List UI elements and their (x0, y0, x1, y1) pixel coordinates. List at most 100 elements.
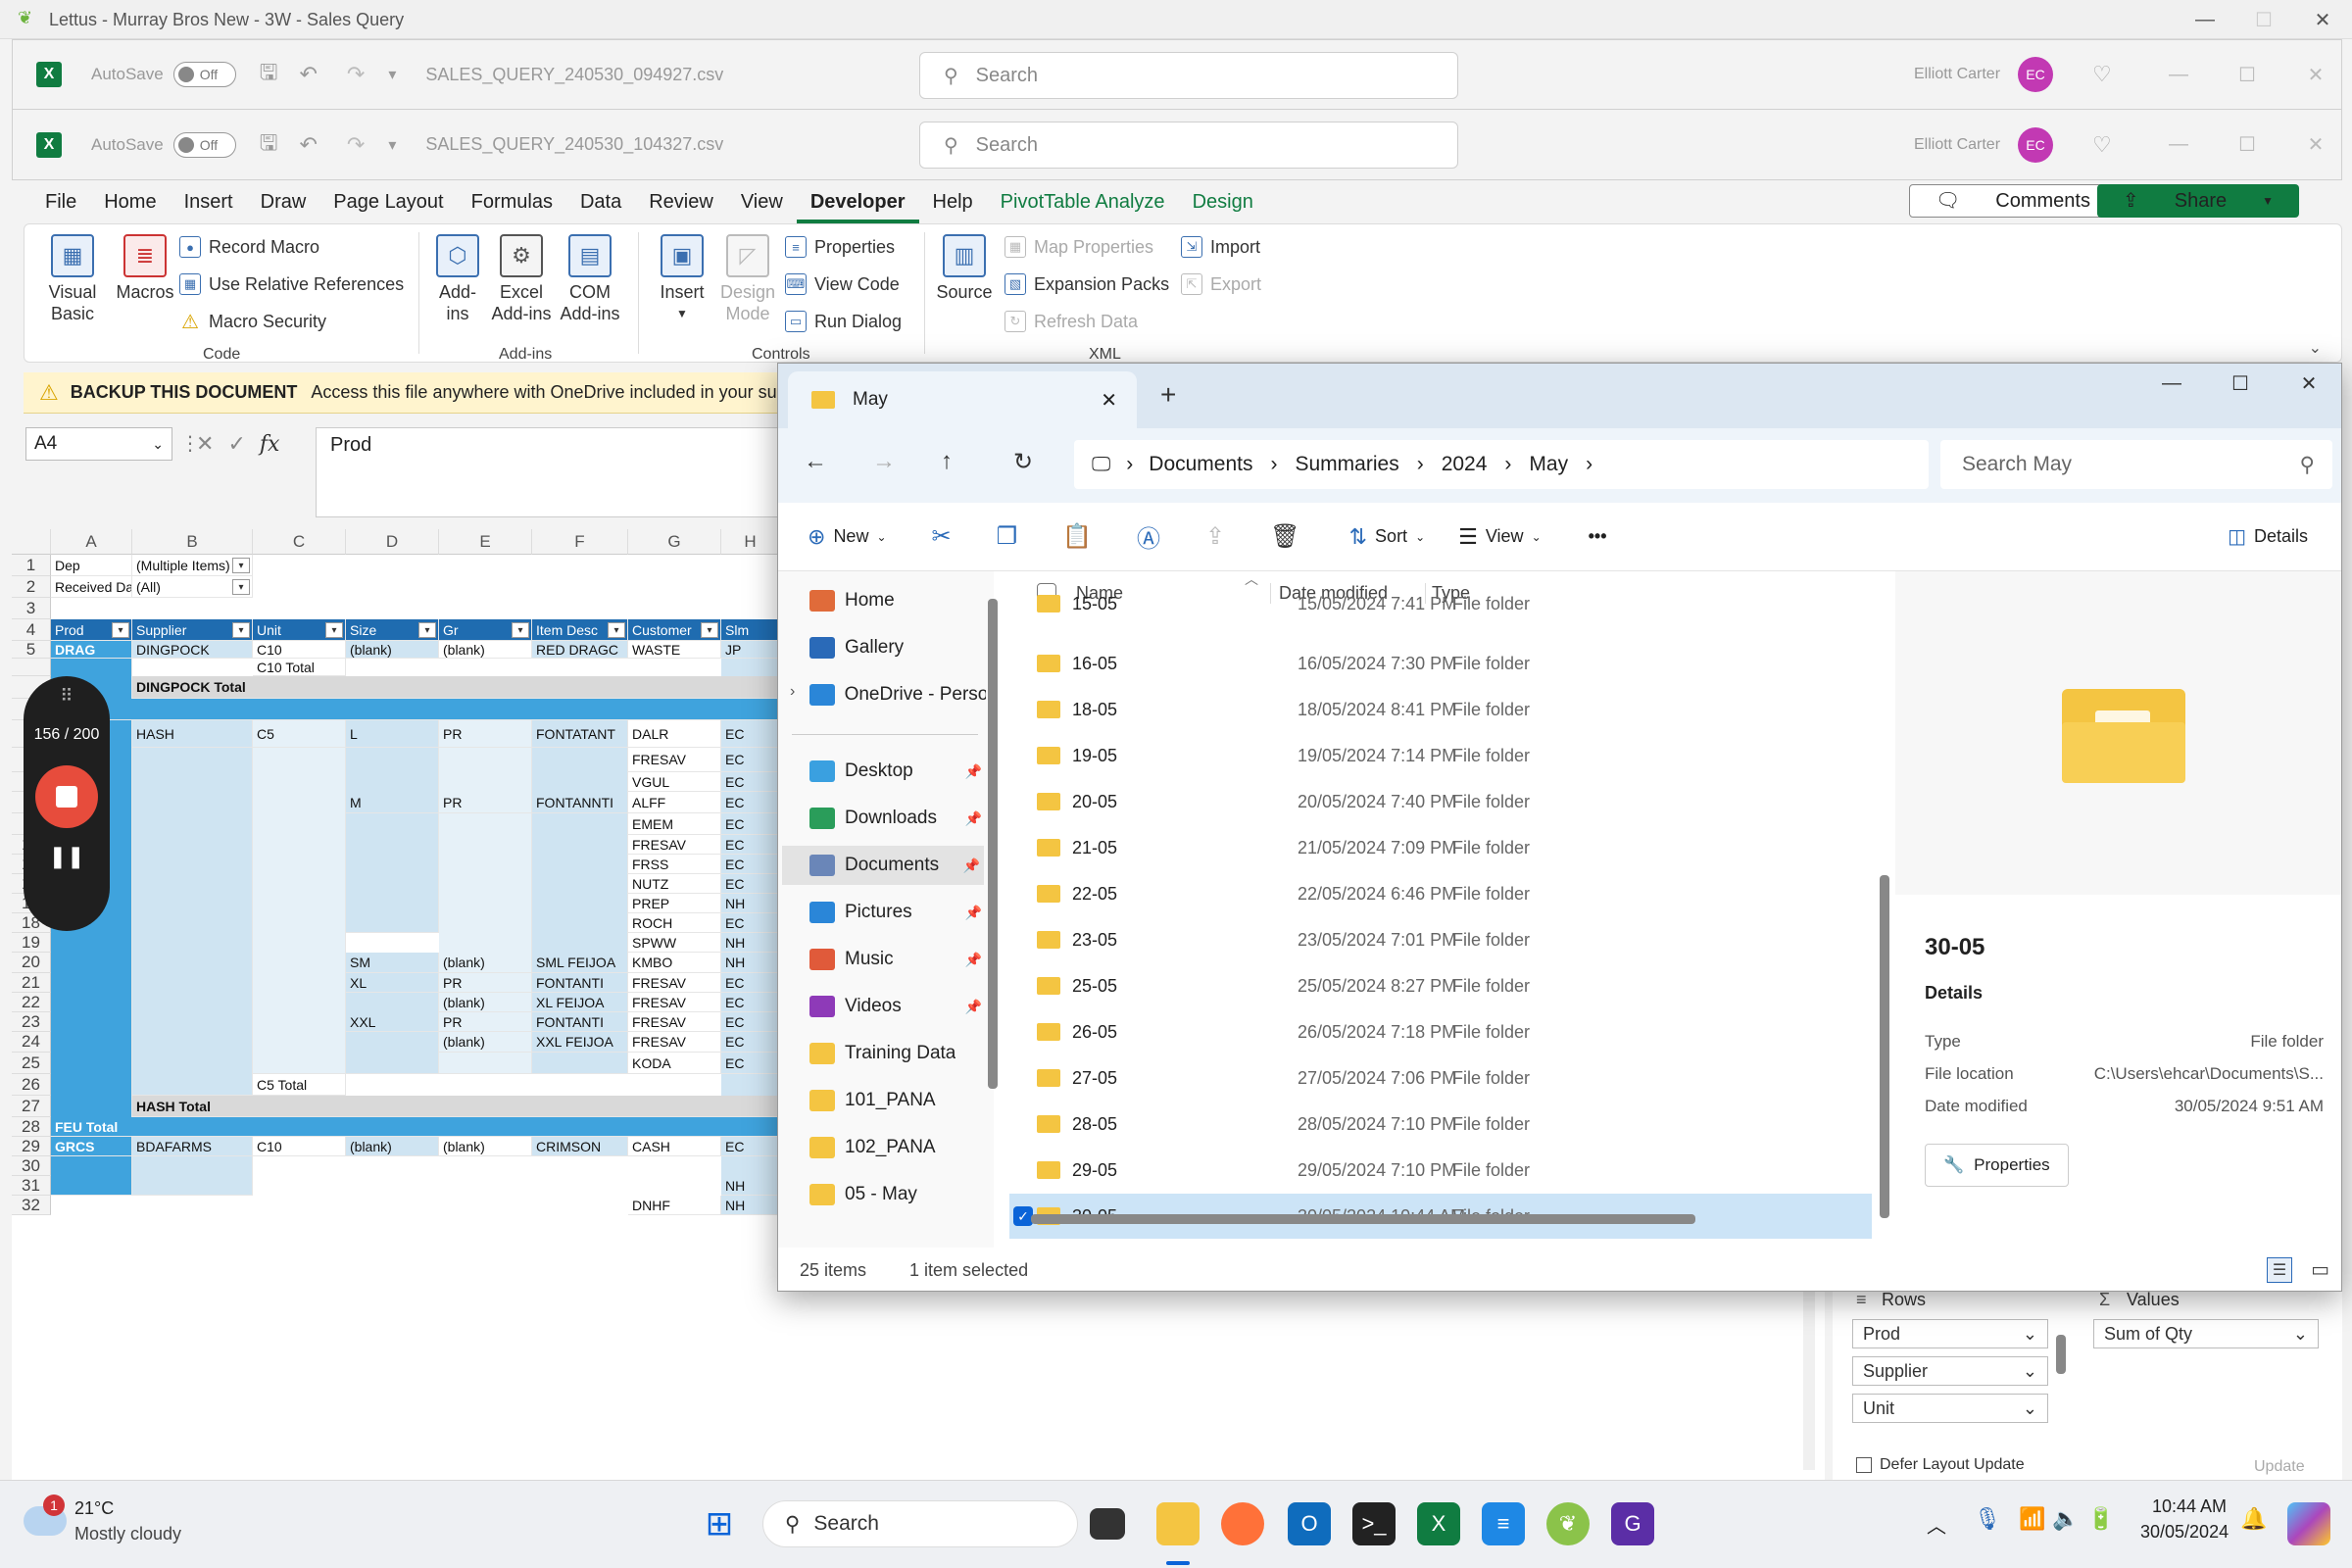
lightbulb-icon[interactable]: ♡ (2092, 132, 2112, 158)
cell[interactable]: (blank) (439, 1032, 532, 1053)
cell[interactable]: DINGPOCK (132, 641, 253, 659)
chevron-right-icon[interactable]: › (1504, 453, 1511, 476)
cell[interactable]: EC (721, 813, 780, 835)
cell[interactable]: FONTANTI (532, 973, 628, 993)
pin-icon[interactable]: 📌 (965, 810, 982, 827)
cell[interactable]: EC (721, 748, 780, 772)
list-item[interactable]: 22-05 22/05/2024 6:46 PM File folder (1009, 871, 1872, 916)
cell[interactable]: ROCH (628, 913, 721, 933)
row-header[interactable]: 21 (12, 973, 51, 993)
chevron-right-icon[interactable]: › (1586, 453, 1592, 476)
file-name[interactable]: SALES_QUERY_240530_104327.csv (425, 134, 723, 155)
maximize-button[interactable]: ☐ (2218, 55, 2277, 94)
rows-scrollbar[interactable] (2056, 1335, 2066, 1374)
tab-help[interactable]: Help (919, 182, 987, 221)
forward-arrow-icon[interactable]: → (872, 448, 896, 475)
run-dialog-button[interactable]: ▭ Run Dialog (785, 311, 902, 332)
cell[interactable]: EC (721, 913, 780, 933)
row-header[interactable]: 28 (12, 1117, 51, 1137)
tiles-view-icon[interactable]: ▭ (2311, 1257, 2329, 1282)
cell[interactable]: NH (721, 1176, 780, 1196)
avatar[interactable]: EC (2018, 126, 2053, 163)
filter-dropdown-icon[interactable]: ▾ (512, 622, 529, 638)
copy-icon[interactable]: ❐ (997, 522, 1018, 551)
properties-button[interactable]: 🔧 Properties (1925, 1144, 2069, 1187)
source-button[interactable]: ▥ Source (934, 234, 995, 303)
addins-button[interactable]: ⬡ Add-ins (428, 234, 487, 324)
cell[interactable]: EC (721, 1053, 780, 1074)
new-tab-button[interactable]: + (1160, 379, 1176, 411)
cell[interactable]: PR (439, 973, 532, 993)
battery-icon[interactable]: 🔋 (2087, 1506, 2114, 1532)
filter-dropdown-icon[interactable]: ▾ (701, 622, 718, 638)
row-header[interactable]: 30 (12, 1156, 51, 1176)
close-tab-icon[interactable]: ✕ (1101, 388, 1117, 413)
list-scrollbar[interactable] (1880, 875, 1889, 1218)
col-header[interactable]: C (253, 529, 346, 555)
collapse-ribbon-icon[interactable]: ⌄ (2309, 338, 2322, 358)
nav-item[interactable]: 101_PANA (809, 1081, 986, 1120)
record-macro-button[interactable]: ● Record Macro (179, 236, 319, 258)
cell[interactable]: NUTZ (628, 874, 721, 894)
row-header[interactable]: 3 (12, 598, 51, 619)
cell[interactable]: NH (721, 894, 780, 913)
list-item[interactable]: 16-05 16/05/2024 7:30 PM File folder (1009, 641, 1872, 686)
cell[interactable]: Received Da (51, 576, 132, 598)
cell[interactable]: EC (721, 993, 780, 1012)
tab-insert[interactable]: Insert (171, 182, 247, 221)
redo-icon[interactable]: ↷ (347, 132, 365, 158)
excel-addins-button[interactable]: ⚙ Excel Add-ins (489, 234, 554, 324)
import-button[interactable]: ⇲ Import (1181, 236, 1260, 258)
pin-icon[interactable]: 📌 (965, 952, 982, 968)
insert-control-button[interactable]: ▣ Insert ▼ (652, 234, 712, 324)
explorer-close-button[interactable]: ✕ (2275, 364, 2341, 403)
cell[interactable]: EMEM (628, 813, 721, 835)
save-icon[interactable]: 🖫 (260, 56, 278, 93)
list-item[interactable]: 29-05 29/05/2024 7:10 PM File folder (1009, 1148, 1872, 1193)
drag-handle-icon[interactable]: ⠿ (24, 686, 110, 707)
breadcrumb-item[interactable]: May (1529, 453, 1568, 476)
notepad-icon[interactable]: ≡ (1482, 1502, 1525, 1545)
col-header[interactable]: E (439, 529, 532, 555)
cell[interactable]: (blank) (439, 641, 532, 659)
cell[interactable]: FRESAV (628, 748, 721, 772)
new-button[interactable]: ⊕ New ⌄ (808, 524, 887, 550)
cell[interactable]: (blank) (346, 1137, 439, 1156)
cell[interactable]: EC (721, 973, 780, 993)
cell[interactable]: HASH (132, 720, 253, 748)
nav-item[interactable]: OneDrive - Perso (809, 675, 986, 714)
cell[interactable]: FRESAV (628, 993, 721, 1012)
chevron-right-icon[interactable]: › (1417, 453, 1424, 476)
share-button[interactable]: ⇪ Share ▼ (2096, 184, 2299, 218)
expansion-packs-button[interactable]: ▧ Expansion Packs (1004, 273, 1169, 295)
excel-taskbar-icon[interactable]: X (1417, 1502, 1460, 1545)
stop-recording-button[interactable] (35, 765, 98, 828)
breadcrumb-item[interactable]: 2024 (1442, 453, 1488, 476)
tab-view[interactable]: View (727, 182, 797, 221)
list-item[interactable]: 23-05 23/05/2024 7:01 PM File folder (1009, 917, 1872, 962)
task-view-icon[interactable] (1090, 1508, 1125, 1540)
microphone-icon[interactable]: 🎙 (1974, 1506, 2001, 1532)
delete-icon[interactable]: 🗑 (1270, 522, 1299, 551)
col-header[interactable]: A (51, 529, 132, 555)
cell[interactable]: Unit ▾ (253, 619, 346, 641)
row-header[interactable]: 19 (12, 933, 51, 953)
details-pane-button[interactable]: ◫ Details (2228, 524, 2308, 549)
row-header[interactable]: 27 (12, 1096, 51, 1117)
relative-references-button[interactable]: ▦ Use Relative References (179, 273, 404, 295)
row-header[interactable]: 4 (12, 619, 51, 641)
comments-button[interactable]: 🗨 Comments (1908, 184, 2117, 218)
pin-icon[interactable]: 📌 (965, 999, 982, 1015)
firefox-icon[interactable] (1221, 1502, 1264, 1545)
nav-item[interactable]: 05 - May (809, 1175, 986, 1214)
nav-item[interactable]: Gallery (809, 628, 986, 667)
cell[interactable]: C5 Total (253, 1074, 346, 1096)
filter-dropdown-icon[interactable]: ▾ (112, 622, 129, 638)
list-item[interactable]: 26-05 26/05/2024 7:18 PM File folder (1009, 1009, 1872, 1054)
cell[interactable]: DRAG (51, 641, 132, 659)
lettus-app-icon[interactable]: ❦ (1546, 1502, 1590, 1545)
cell[interactable]: (blank) (439, 1137, 532, 1156)
row-header[interactable]: 26 (12, 1074, 51, 1096)
cancel-icon[interactable]: ✕ (196, 431, 214, 457)
cell[interactable]: NH (721, 953, 780, 973)
